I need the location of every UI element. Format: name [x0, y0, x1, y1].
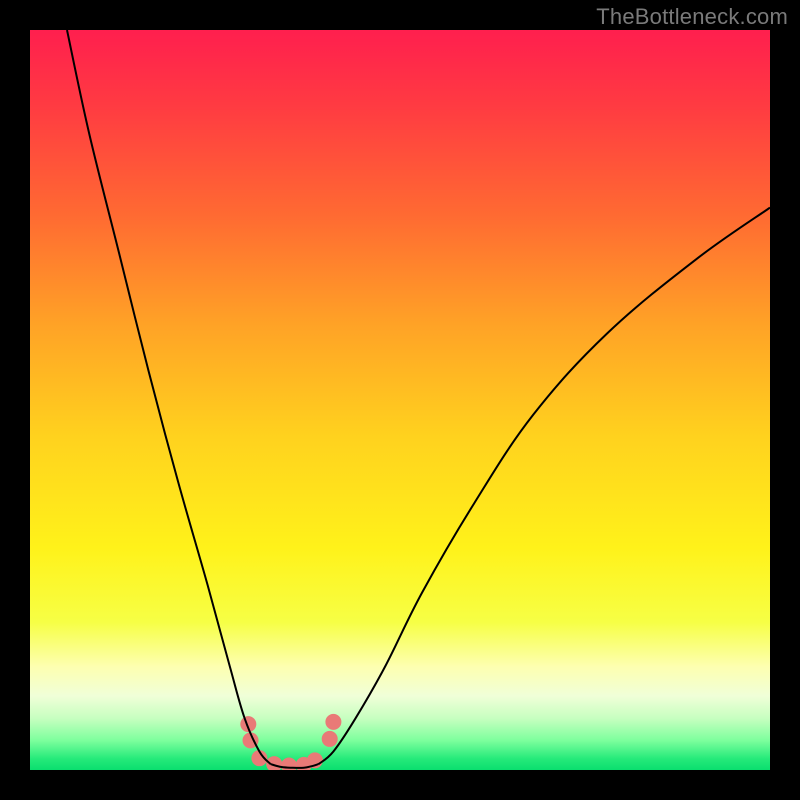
watermark-text: TheBottleneck.com: [0, 4, 800, 30]
curve-layer: [30, 30, 770, 770]
curve-left-branch: [67, 30, 271, 764]
chart-frame: TheBottleneck.com: [0, 0, 800, 800]
plot-area: [30, 30, 770, 770]
valley-marker: [322, 731, 338, 747]
valley-marker: [325, 714, 341, 730]
curve-right-branch: [319, 208, 770, 764]
